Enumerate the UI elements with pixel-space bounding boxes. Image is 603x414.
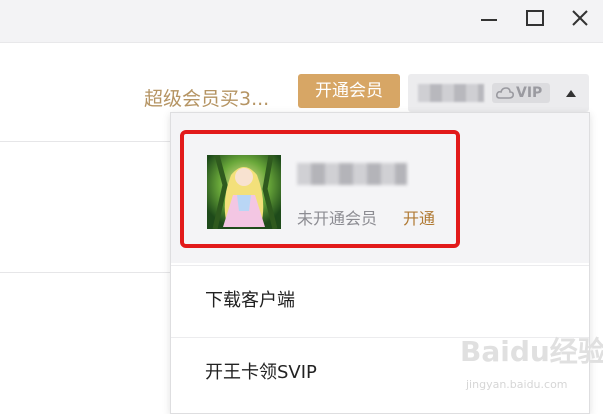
maximize-icon <box>526 10 544 26</box>
vip-label: VIP <box>516 85 543 101</box>
minimize-button[interactable] <box>476 6 502 32</box>
minimize-icon <box>481 19 497 21</box>
highlight-annotation <box>180 130 460 248</box>
user-menu-toggle[interactable]: VIP <box>408 74 589 112</box>
user-name-obscured <box>418 84 484 102</box>
promo-link[interactable]: 超级会员买3... <box>144 84 269 111</box>
open-member-button[interactable]: 开通会员 <box>298 74 400 108</box>
watermark-logo: Baidu经验 <box>460 335 603 368</box>
content-divider <box>0 141 170 142</box>
chevron-up-icon[interactable] <box>565 88 577 98</box>
watermark-site: jingyan.baidu.com <box>466 378 568 391</box>
title-bar <box>0 0 603 43</box>
vip-badge: VIP <box>492 83 550 103</box>
close-icon <box>572 10 588 26</box>
cloud-icon <box>496 87 514 99</box>
content-divider <box>0 272 170 273</box>
watermark: Baidu经验 jingyan.baidu.com <box>460 330 603 400</box>
menu-item-download-client[interactable]: 下载客户端 <box>171 265 589 335</box>
close-button[interactable] <box>567 6 593 32</box>
maximize-button[interactable] <box>522 6 548 32</box>
